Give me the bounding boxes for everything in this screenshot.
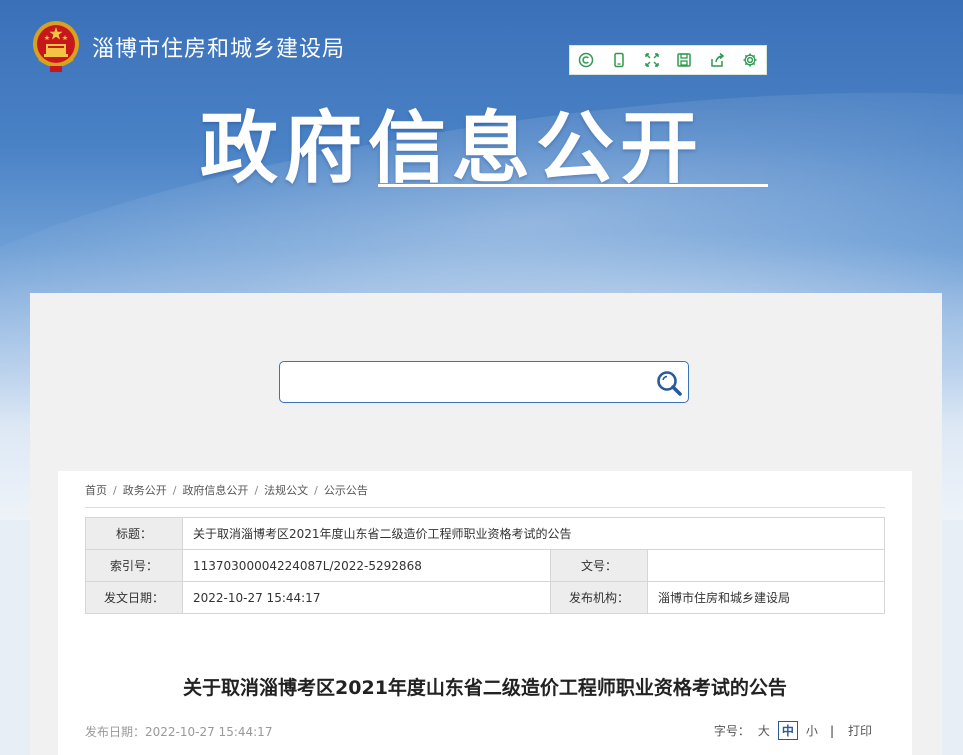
title-label: 标题： (85, 517, 183, 550)
breadcrumb-gov-affairs[interactable]: 政务公开 (123, 484, 167, 497)
index-value: 11370300004224087L/2022-5292868 (182, 549, 551, 582)
site-name[interactable]: 淄博市住房和城乡建设局 (92, 31, 345, 63)
save-icon[interactable] (671, 47, 697, 73)
divider: | (829, 723, 834, 738)
date-value: 2022-10-27 15:44:17 (182, 581, 551, 614)
breadcrumb-separator: / (314, 484, 318, 497)
font-size-large-button[interactable]: 大 (756, 722, 772, 739)
font-size-small-button[interactable]: 小 (804, 722, 820, 739)
share-icon[interactable] (704, 47, 730, 73)
index-label: 索引号： (85, 549, 183, 582)
title-value: 关于取消淄博考区2021年度山东省二级造价工程师职业资格考试的公告 (182, 517, 885, 550)
meta-row-title: 标题： 关于取消淄博考区2021年度山东省二级造价工程师职业资格考试的公告 (85, 517, 885, 550)
mobile-icon[interactable] (606, 47, 632, 73)
org-label: 发布机构： (550, 581, 648, 614)
copyright-icon[interactable] (573, 47, 599, 73)
meta-row-date: 发文日期： 2022-10-27 15:44:17 发布机构： 淄博市住房和城乡… (85, 581, 885, 614)
breadcrumb-separator: / (113, 484, 117, 497)
settings-icon[interactable] (737, 47, 763, 73)
page-title: 政府信息公开 (200, 104, 705, 194)
font-size-medium-button[interactable]: 中 (777, 721, 798, 740)
docno-label: 文号： (550, 549, 648, 582)
article-title: 关于取消淄博考区2021年度山东省二级造价工程师职业资格考试的公告 (183, 677, 787, 699)
title-underline (378, 184, 768, 187)
font-size-control: 字号： 大 中 小 | 打印 (714, 721, 872, 740)
document-meta-table: 标题： 关于取消淄博考区2021年度山东省二级造价工程师职业资格考试的公告 索引… (85, 517, 885, 614)
breadcrumb-announcements[interactable]: 公示公告 (324, 484, 368, 497)
docno-value (647, 549, 885, 582)
breadcrumb-info-disclosure[interactable]: 政府信息公开 (182, 484, 248, 497)
meta-row-index: 索引号： 11370300004224087L/2022-5292868 文号： (85, 549, 885, 582)
date-label: 发文日期： (85, 581, 183, 614)
content-area: 首页 / 政务公开 / 政府信息公开 / 法规公文 / 公示公告 标题： 关于取消淄博考区202… (58, 471, 912, 755)
print-button[interactable]: 打印 (848, 722, 872, 739)
breadcrumb-home[interactable]: 首页 (85, 484, 107, 497)
search-box (279, 361, 689, 403)
publish-date: 发布日期：2022-10-27 15:44:17 (85, 725, 273, 739)
breadcrumb: 首页 / 政务公开 / 政府信息公开 / 法规公文 / 公示公告 (85, 482, 368, 498)
search-icon[interactable] (654, 368, 684, 398)
breadcrumb-regulations[interactable]: 法规公文 (264, 484, 308, 497)
expand-icon[interactable] (639, 47, 665, 73)
org-value: 淄博市住房和城乡建设局 (647, 581, 885, 614)
accessibility-toolbar (569, 45, 767, 75)
national-emblem-icon (33, 21, 79, 72)
breadcrumb-separator: / (172, 484, 177, 497)
search-input[interactable] (288, 368, 652, 398)
breadcrumb-separator: / (254, 484, 259, 497)
font-size-label: 字号： (713, 724, 750, 738)
breadcrumb-divider (85, 507, 885, 508)
